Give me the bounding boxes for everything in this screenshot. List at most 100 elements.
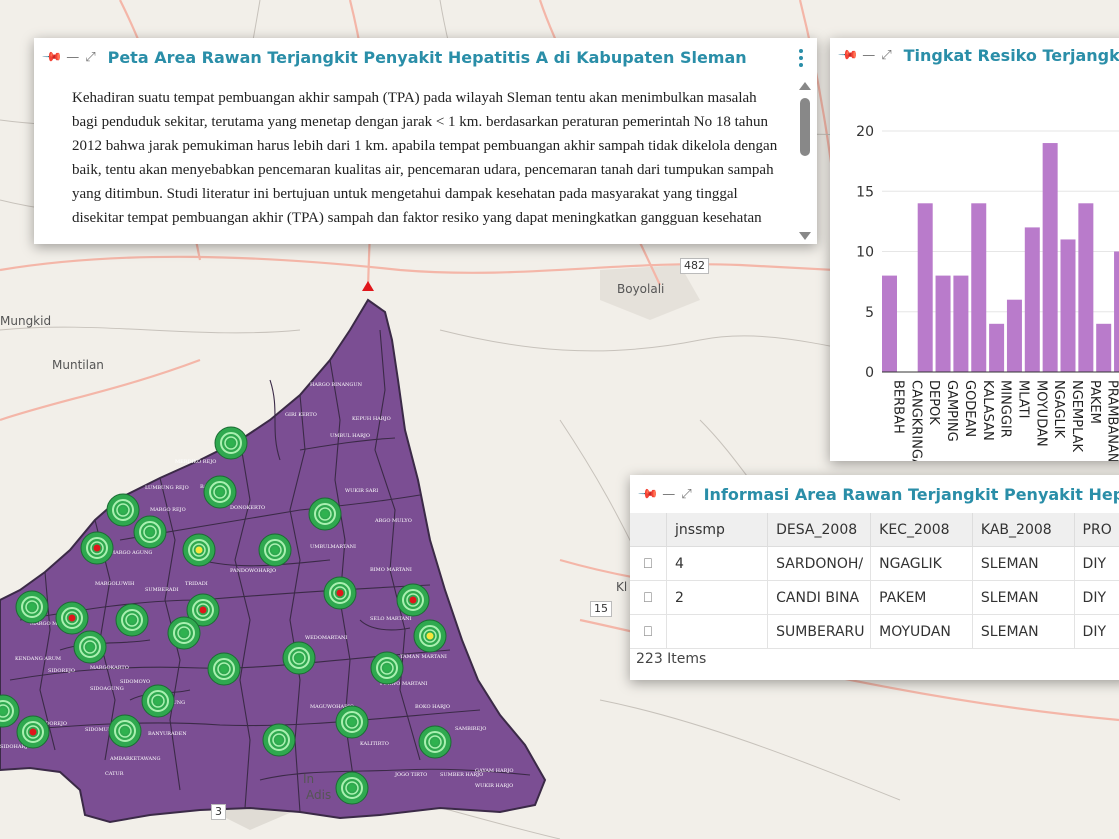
map-point-marker[interactable] — [262, 723, 296, 757]
cell-pro: DIY — [1074, 546, 1119, 581]
column-header-desa[interactable]: DESA_2008 — [767, 513, 872, 547]
expand-icon[interactable]: ⤢ — [881, 48, 891, 63]
map-point-marker[interactable] — [108, 714, 142, 748]
svg-text:KALITIRTO: KALITIRTO — [360, 741, 389, 747]
table-row[interactable]: ⎕ 4 SARDONOH/ NGAGLIK SLEMAN DIY — [630, 546, 1119, 581]
bar-berbah[interactable] — [882, 275, 897, 372]
map-point-marker[interactable] — [167, 616, 201, 650]
description-panel-title: Peta Area Rawan Terjangkit Penyakit Hepa… — [107, 47, 747, 67]
bar-depok[interactable] — [917, 203, 933, 372]
map-point-marker[interactable] — [73, 630, 107, 664]
svg-text:AMBARKETAWANG: AMBARKETAWANG — [109, 756, 161, 762]
bar-seyegan[interactable] — [1114, 251, 1119, 373]
map-point-marker[interactable] — [15, 590, 49, 624]
svg-text:WUKIR HARJO: WUKIR HARJO — [475, 783, 513, 789]
map-point-marker[interactable] — [418, 725, 452, 759]
pin-icon[interactable]: 📌 — [637, 483, 659, 505]
x-tick-label: BERBAH — [891, 380, 906, 434]
svg-text:TRIDADI: TRIDADI — [185, 581, 208, 587]
minimize-icon[interactable]: — — [862, 48, 875, 63]
svg-text:BIMO MARTANI: BIMO MARTANI — [370, 567, 412, 573]
bar-prambanan[interactable] — [1096, 323, 1112, 372]
svg-text:WEDOMARTANI: WEDOMARTANI — [305, 635, 347, 641]
bar-godean[interactable] — [953, 275, 969, 372]
column-header-jnssmp[interactable]: jnssmp — [666, 513, 769, 547]
map-point-marker[interactable] — [182, 533, 216, 567]
bar-ngaglik[interactable] — [1042, 143, 1058, 372]
chart-panel-title: Tingkat Resiko Terjangkit Hepatitis A — [903, 45, 1119, 65]
zoom-to-feature-icon[interactable]: ⎕ — [630, 546, 668, 581]
road-number-482: 482 — [680, 258, 709, 274]
chart-panel-header: 📌 — ⤢ Tingkat Resiko Terjangkit Hepatiti… — [830, 38, 1119, 72]
minimize-icon[interactable]: — — [662, 487, 675, 502]
bar-mlati[interactable] — [1006, 299, 1022, 372]
table-row[interactable]: ⎕ SUMBERARU MOYUDAN SLEMAN DIY — [630, 614, 1119, 649]
bar-gamping[interactable] — [935, 275, 951, 372]
map-label-adis: Adis — [306, 788, 332, 802]
road-number-15: 15 — [590, 601, 612, 617]
svg-text:HARGO BINANGUN: HARGO BINANGUN — [310, 382, 363, 388]
map-point-marker[interactable] — [308, 497, 342, 531]
map-point-marker[interactable] — [282, 641, 316, 675]
zoom-to-feature-icon[interactable]: ⎕ — [630, 580, 668, 615]
expand-icon[interactable]: ⤢ — [681, 487, 691, 502]
svg-text:LUMBUNG REJO: LUMBUNG REJO — [145, 485, 189, 491]
cell-pro: DIY — [1074, 580, 1119, 615]
scroll-down-icon[interactable] — [799, 232, 811, 240]
map-point-marker[interactable] — [335, 771, 369, 805]
zoom-to-feature-icon[interactable]: ⎕ — [630, 614, 668, 649]
map-point-marker[interactable] — [396, 583, 430, 617]
scroll-thumb[interactable] — [800, 98, 810, 156]
more-options-icon[interactable] — [799, 49, 803, 70]
cell-desa: SUMBERARU — [767, 614, 872, 649]
cell-jnssmp: 2 — [666, 580, 769, 615]
bar-kalasan[interactable] — [971, 203, 987, 372]
x-tick-label: NGAGLIK — [1051, 380, 1066, 439]
svg-text:JOGO TIRTO: JOGO TIRTO — [394, 772, 427, 778]
map-point-marker[interactable] — [207, 652, 241, 686]
map-label-mungkid: Mungkid — [0, 314, 52, 328]
column-header-pro[interactable]: PRO — [1074, 513, 1119, 547]
svg-text:SIDOAGUNG: SIDOAGUNG — [90, 686, 124, 692]
map-point-marker[interactable] — [16, 715, 50, 749]
x-tick-label: PAKEM — [1087, 380, 1102, 424]
svg-text:SUMBER HARJO: SUMBER HARJO — [440, 772, 483, 778]
map-point-marker[interactable] — [335, 705, 369, 739]
svg-text:GIRI KERTO: GIRI KERTO — [285, 412, 317, 418]
map-point-marker[interactable] — [115, 603, 149, 637]
svg-text:MARGO REJO: MARGO REJO — [150, 507, 186, 513]
expand-icon[interactable]: ⤢ — [85, 50, 95, 65]
x-tick-label: MLATI — [1015, 380, 1030, 418]
svg-text:UMBULMARTANI: UMBULMARTANI — [310, 544, 356, 550]
bar-moyudan[interactable] — [1024, 227, 1040, 372]
pin-icon[interactable]: 📌 — [41, 46, 63, 68]
pin-icon[interactable]: 📌 — [837, 44, 859, 66]
column-header-kec[interactable]: KEC_2008 — [870, 513, 973, 547]
minimize-icon[interactable]: — — [66, 50, 79, 65]
svg-text:KENDANG ARUM: KENDANG ARUM — [15, 656, 61, 662]
cell-jnssmp — [666, 614, 769, 649]
map-point-marker[interactable] — [106, 493, 140, 527]
map-point-marker[interactable] — [214, 426, 248, 460]
svg-text:SELO MARTANI: SELO MARTANI — [370, 616, 412, 622]
map-point-marker[interactable] — [323, 576, 357, 610]
map-point-marker[interactable] — [370, 651, 404, 685]
column-header-kab[interactable]: KAB_2008 — [972, 513, 1075, 547]
bar-ngemplak[interactable] — [1060, 239, 1076, 372]
map-point-marker[interactable] — [55, 601, 89, 635]
bar-pakem[interactable] — [1078, 203, 1094, 372]
map-point-marker[interactable] — [413, 619, 447, 653]
bar-minggir[interactable] — [989, 323, 1005, 372]
map-point-marker[interactable] — [141, 684, 175, 718]
map-point-marker[interactable] — [203, 475, 237, 509]
map-point-marker[interactable] — [133, 515, 167, 549]
map-point-marker[interactable] — [80, 531, 114, 565]
scroll-up-icon[interactable] — [799, 82, 811, 90]
table-row[interactable]: ⎕ 2 CANDI BINA PAKEM SLEMAN DIY — [630, 580, 1119, 615]
map-point-marker[interactable] — [258, 533, 292, 567]
description-text: Kehadiran suatu tempat pembuangan akhir … — [72, 90, 778, 236]
svg-text:PANDOWOHARJO: PANDOWOHARJO — [230, 568, 276, 574]
y-tick-label: 5 — [865, 305, 874, 321]
scrollbar[interactable] — [799, 82, 811, 240]
x-tick-label: MINGGIR — [998, 380, 1013, 438]
